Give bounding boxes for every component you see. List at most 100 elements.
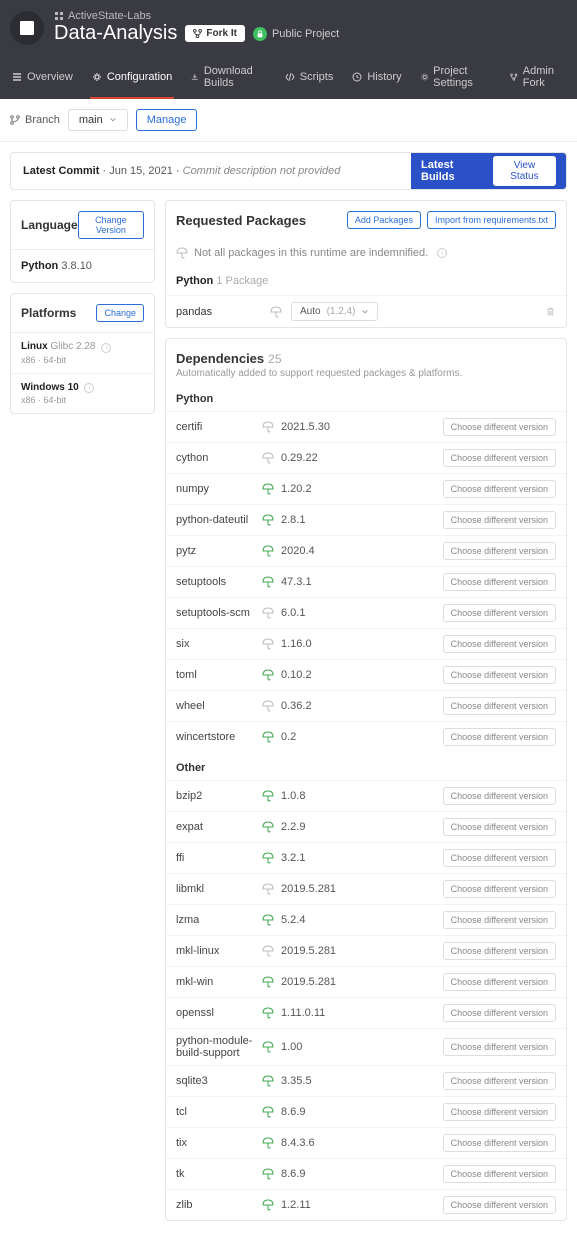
org-name: ActiveState-Labs — [68, 10, 151, 22]
history-icon — [352, 72, 362, 82]
deps-title: Dependencies — [176, 351, 264, 366]
choose-version-button[interactable]: Choose different version — [443, 1072, 556, 1090]
tab-admin[interactable]: Admin Fork — [508, 57, 567, 99]
choose-version-button[interactable]: Choose different version — [443, 1134, 556, 1152]
info-icon[interactable]: i — [437, 248, 447, 258]
import-requirements-button[interactable]: Import from requirements.txt — [427, 211, 556, 229]
dep-name: mkl-win — [176, 976, 261, 988]
change-platforms-button[interactable]: Change — [96, 304, 144, 322]
dep-version: 2.8.1 — [281, 514, 305, 526]
umbrella-icon — [261, 1106, 275, 1118]
latest-builds-label: Latest Builds — [421, 159, 483, 183]
commit-bar: Latest Commit · Jun 15, 2021 · Commit de… — [10, 152, 567, 190]
tab-overview[interactable]: Overview — [10, 57, 75, 99]
choose-version-button[interactable]: Choose different version — [443, 1038, 556, 1056]
tab-history[interactable]: History — [350, 57, 403, 99]
choose-version-button[interactable]: Choose different version — [443, 911, 556, 929]
dep-name: cython — [176, 452, 261, 464]
add-packages-button[interactable]: Add Packages — [347, 211, 421, 229]
choose-version-button[interactable]: Choose different version — [443, 604, 556, 622]
choose-version-button[interactable]: Choose different version — [443, 1004, 556, 1022]
tab-scripts[interactable]: Scripts — [283, 57, 336, 99]
choose-version-button[interactable]: Choose different version — [443, 666, 556, 684]
umbrella-icon — [261, 1007, 275, 1019]
chevron-down-icon — [109, 116, 117, 124]
dep-name: six — [176, 638, 261, 650]
dep-name: zlib — [176, 1199, 261, 1211]
tab-configuration[interactable]: Configuration — [90, 57, 174, 99]
fork-icon — [193, 29, 202, 38]
dep-version: 2019.5.281 — [281, 883, 336, 895]
info-icon[interactable]: i — [84, 383, 94, 393]
dep-version: 6.0.1 — [281, 607, 305, 619]
config-icon — [92, 72, 102, 82]
branch-label: Branch — [10, 114, 60, 126]
tab-settings[interactable]: Project Settings — [419, 57, 494, 99]
dep-name: numpy — [176, 483, 261, 495]
requested-title: Requested Packages — [176, 213, 306, 228]
dependency-row: cython0.29.22Choose different version — [166, 442, 566, 473]
choose-version-button[interactable]: Choose different version — [443, 542, 556, 560]
umbrella-icon — [261, 1075, 275, 1087]
choose-version-button[interactable]: Choose different version — [443, 849, 556, 867]
umbrella-icon — [261, 1199, 275, 1211]
dep-name: libmkl — [176, 883, 261, 895]
choose-version-button[interactable]: Choose different version — [443, 818, 556, 836]
choose-version-button[interactable]: Choose different version — [443, 697, 556, 715]
choose-version-button[interactable]: Choose different version — [443, 511, 556, 529]
choose-version-button[interactable]: Choose different version — [443, 1165, 556, 1183]
dep-version: 5.2.4 — [281, 914, 305, 926]
choose-version-button[interactable]: Choose different version — [443, 449, 556, 467]
choose-version-button[interactable]: Choose different version — [443, 480, 556, 498]
dep-name: ffi — [176, 852, 261, 864]
requested-count: 1 Package — [216, 275, 268, 287]
info-icon[interactable]: i — [101, 343, 111, 353]
deps-subtitle: Automatically added to support requested… — [176, 368, 556, 379]
dep-name: setuptools — [176, 576, 261, 588]
deps-count: 25 — [268, 352, 281, 366]
branch-select[interactable]: main — [68, 109, 128, 131]
umbrella-icon — [261, 914, 275, 926]
dependency-row: numpy1.20.2Choose different version — [166, 473, 566, 504]
view-status-button[interactable]: View Status — [493, 156, 556, 186]
choose-version-button[interactable]: Choose different version — [443, 418, 556, 436]
change-version-button[interactable]: Change Version — [78, 211, 144, 239]
dep-version: 2019.5.281 — [281, 945, 336, 957]
dep-version: 1.16.0 — [281, 638, 312, 650]
choose-version-button[interactable]: Choose different version — [443, 573, 556, 591]
admin-fork-icon — [510, 72, 518, 82]
dependency-row: openssl1.11.0.11Choose different version — [166, 997, 566, 1028]
choose-version-button[interactable]: Choose different version — [443, 635, 556, 653]
choose-version-button[interactable]: Choose different version — [443, 1196, 556, 1214]
choose-version-button[interactable]: Choose different version — [443, 1103, 556, 1121]
dep-name: tk — [176, 1168, 261, 1180]
umbrella-icon — [261, 821, 275, 833]
fork-button[interactable]: Fork It — [185, 25, 245, 42]
dep-version: 1.0.8 — [281, 790, 305, 802]
dep-name: lzma — [176, 914, 261, 926]
choose-version-button[interactable]: Choose different version — [443, 973, 556, 991]
dep-name: python-dateutil — [176, 514, 261, 526]
settings-icon — [421, 72, 429, 82]
dep-name: tix — [176, 1137, 261, 1149]
dep-name: sqlite3 — [176, 1075, 261, 1087]
choose-version-button[interactable]: Choose different version — [443, 942, 556, 960]
delete-package-button[interactable] — [545, 306, 556, 317]
dep-version: 47.3.1 — [281, 576, 312, 588]
manage-button[interactable]: Manage — [136, 109, 198, 131]
branch-bar: Branch main Manage — [0, 99, 577, 142]
branch-icon — [10, 115, 20, 125]
choose-version-button[interactable]: Choose different version — [443, 728, 556, 746]
dependency-row: tix8.4.3.6Choose different version — [166, 1127, 566, 1158]
latest-builds-panel: Latest Builds View Status — [411, 153, 566, 189]
platform-item: Windows 10 ix86 · 64-bit — [11, 374, 154, 414]
download-icon — [191, 72, 199, 82]
choose-version-button[interactable]: Choose different version — [443, 880, 556, 898]
dep-version: 0.36.2 — [281, 700, 312, 712]
org-breadcrumb[interactable]: ActiveState-Labs — [54, 10, 339, 22]
dep-name: expat — [176, 821, 261, 833]
version-select[interactable]: Auto (1.2.4) — [291, 302, 378, 321]
choose-version-button[interactable]: Choose different version — [443, 787, 556, 805]
tab-download[interactable]: Download Builds — [189, 57, 267, 99]
dependency-row: setuptools-scm6.0.1Choose different vers… — [166, 597, 566, 628]
